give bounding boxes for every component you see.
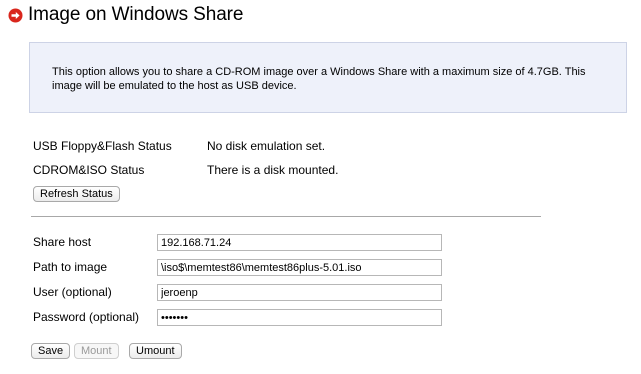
path-to-image-input[interactable] <box>157 259 442 276</box>
info-box: This option allows you to share a CD-ROM… <box>29 42 627 113</box>
share-host-input[interactable] <box>157 234 442 251</box>
share-host-label: Share host <box>33 235 92 249</box>
user-input[interactable] <box>157 284 442 301</box>
cdrom-status-label: CDROM&ISO Status <box>33 163 145 177</box>
page-header: Image on Windows Share <box>8 4 243 26</box>
usb-status-label: USB Floppy&Flash Status <box>33 139 172 153</box>
info-text: This option allows you to share a CD-ROM… <box>52 66 586 92</box>
cdrom-status-value: There is a disk mounted. <box>207 163 339 177</box>
refresh-status-button[interactable]: Refresh Status <box>33 186 120 202</box>
page: Image on Windows Share This option allow… <box>0 0 641 374</box>
umount-button[interactable]: Umount <box>129 343 182 359</box>
divider <box>31 216 541 217</box>
password-label: Password (optional) <box>33 310 140 324</box>
password-input[interactable] <box>157 309 442 326</box>
save-button[interactable]: Save <box>31 343 71 359</box>
user-label: User (optional) <box>33 285 112 299</box>
page-title: Image on Windows Share <box>28 4 244 25</box>
mount-button[interactable]: Mount <box>74 343 119 359</box>
path-to-image-label: Path to image <box>33 260 108 274</box>
arrow-right-circle-icon <box>8 8 23 23</box>
usb-status-value: No disk emulation set. <box>207 139 326 153</box>
